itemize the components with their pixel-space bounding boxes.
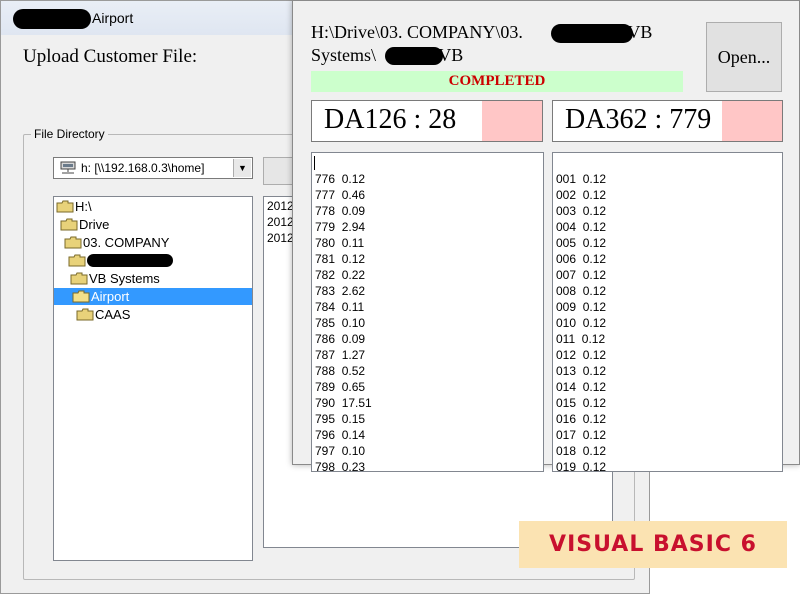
data-row: 008 0.12 <box>556 284 607 298</box>
file-item[interactable]: 2012 <box>267 230 294 246</box>
data-row: 789 0.65 <box>315 380 366 394</box>
redaction-mark <box>385 47 443 65</box>
window-title: Airport <box>92 10 134 26</box>
upload-customer-file-label: Upload Customer File: <box>23 46 198 67</box>
data-row: 015 0.12 <box>556 396 607 410</box>
folder-icon <box>68 254 86 267</box>
drive-select-value: h: [\\192.168.0.3\home] <box>81 161 205 175</box>
counter-left-box: DA126 : 28 <box>311 100 543 142</box>
folder-icon <box>64 236 82 249</box>
data-row: 776 0.12 <box>315 172 366 186</box>
data-row: 787 1.27 <box>315 348 366 362</box>
data-row: 782 0.22 <box>315 268 366 282</box>
file-item[interactable]: 2012 <box>267 214 294 230</box>
redaction-mark <box>13 9 91 29</box>
tree-item-label: Airport <box>91 289 130 304</box>
file-item[interactable]: 2012 <box>267 198 294 214</box>
data-row: 788 0.52 <box>315 364 366 378</box>
data-row: 009 0.12 <box>556 300 607 314</box>
data-row: 019 0.12 <box>556 460 607 472</box>
redaction-mark <box>87 254 173 267</box>
tree-item-label: 03. COMPANY <box>83 235 170 250</box>
folder-open-icon <box>72 290 90 303</box>
drive-select[interactable]: h: [\\192.168.0.3\home] ▼ <box>53 157 253 179</box>
data-row: 797 0.10 <box>315 444 366 458</box>
data-viewer-window: H:\Drive\03. COMPANY\03. O\VB Systems\ V… <box>292 0 800 472</box>
data-row: 003 0.12 <box>556 204 607 218</box>
visual-basic-6-badge: VISUAL BASIC 6 <box>519 521 787 568</box>
data-row: 790 17.51 <box>315 396 372 410</box>
tree-item-caas[interactable]: CAAS <box>76 306 130 323</box>
data-row: 780 0.11 <box>315 236 365 250</box>
tree-item-redacted[interactable] <box>68 252 173 269</box>
status-indicator <box>482 101 542 141</box>
tree-item-company[interactable]: 03. COMPANY <box>64 234 169 251</box>
folder-icon <box>56 200 74 213</box>
tree-item-drive[interactable]: Drive <box>60 216 109 233</box>
tree-item-airport[interactable]: Airport <box>54 288 252 305</box>
data-row: 001 0.12 <box>556 172 607 186</box>
data-row: 017 0.12 <box>556 428 607 442</box>
chevron-down-icon[interactable]: ▼ <box>233 159 251 177</box>
open-button[interactable]: Open... <box>706 22 782 92</box>
data-row: 010 0.12 <box>556 316 607 330</box>
data-row: 006 0.12 <box>556 252 607 266</box>
data-row: 779 2.94 <box>315 220 366 234</box>
data-row: 778 0.09 <box>315 204 366 218</box>
data-row: 785 0.10 <box>315 316 366 330</box>
counter-right-value: DA362 : 779 <box>565 104 712 135</box>
tree-item-h-drive[interactable]: H:\ <box>56 198 92 215</box>
network-drive-icon <box>60 161 76 174</box>
text-caret <box>314 156 315 170</box>
data-row: 784 0.11 <box>315 300 365 314</box>
data-row: 016 0.12 <box>556 412 607 426</box>
tree-item-label: Drive <box>79 217 110 232</box>
data-row: 018 0.12 <box>556 444 607 458</box>
status-indicator <box>722 101 782 141</box>
data-row: 007 0.12 <box>556 268 607 282</box>
path-line-1: H:\Drive\03. COMPANY\03. <box>311 22 528 42</box>
data-row: 781 0.12 <box>315 252 366 266</box>
data-row: 777 0.46 <box>315 188 366 202</box>
right-data-textbox[interactable]: 001 0.12 002 0.12 003 0.12 004 0.12 005 0.12… <box>552 152 783 472</box>
counter-left-value: DA126 : 28 <box>324 104 457 135</box>
data-row: 796 0.14 <box>315 428 366 442</box>
path-line-2: Systems\ <box>311 45 377 65</box>
tree-item-label: VB Systems <box>89 271 160 286</box>
redaction-mark <box>551 24 633 43</box>
status-bar: COMPLETED <box>311 71 683 92</box>
data-row: 011 0.12 <box>556 332 606 346</box>
data-row: 004 0.12 <box>556 220 607 234</box>
folder-icon <box>70 272 88 285</box>
data-row: 013 0.12 <box>556 364 607 378</box>
tree-item-vb-systems[interactable]: VB Systems <box>70 270 160 287</box>
left-data-textbox[interactable]: 776 0.12 777 0.46 778 0.09 779 2.94 780 0.11… <box>311 152 544 472</box>
data-row: 014 0.12 <box>556 380 607 394</box>
data-row: 005 0.12 <box>556 236 607 250</box>
data-row: 012 0.12 <box>556 348 607 362</box>
folder-icon <box>60 218 78 231</box>
tree-item-label: CAAS <box>95 307 131 322</box>
folder-icon <box>76 308 94 321</box>
data-row: 798 0.23 <box>315 460 366 472</box>
data-row: 783 2.62 <box>315 284 366 298</box>
tree-item-label: H:\ <box>75 199 92 214</box>
folder-tree[interactable]: H:\ Drive 03. COMPANY VB Systems Airport… <box>53 196 253 561</box>
data-row: 786 0.09 <box>315 332 366 346</box>
file-directory-label: File Directory <box>31 127 108 141</box>
data-row: 795 0.15 <box>315 412 366 426</box>
data-row: 002 0.12 <box>556 188 607 202</box>
counter-right-box: DA362 : 779 <box>552 100 783 142</box>
